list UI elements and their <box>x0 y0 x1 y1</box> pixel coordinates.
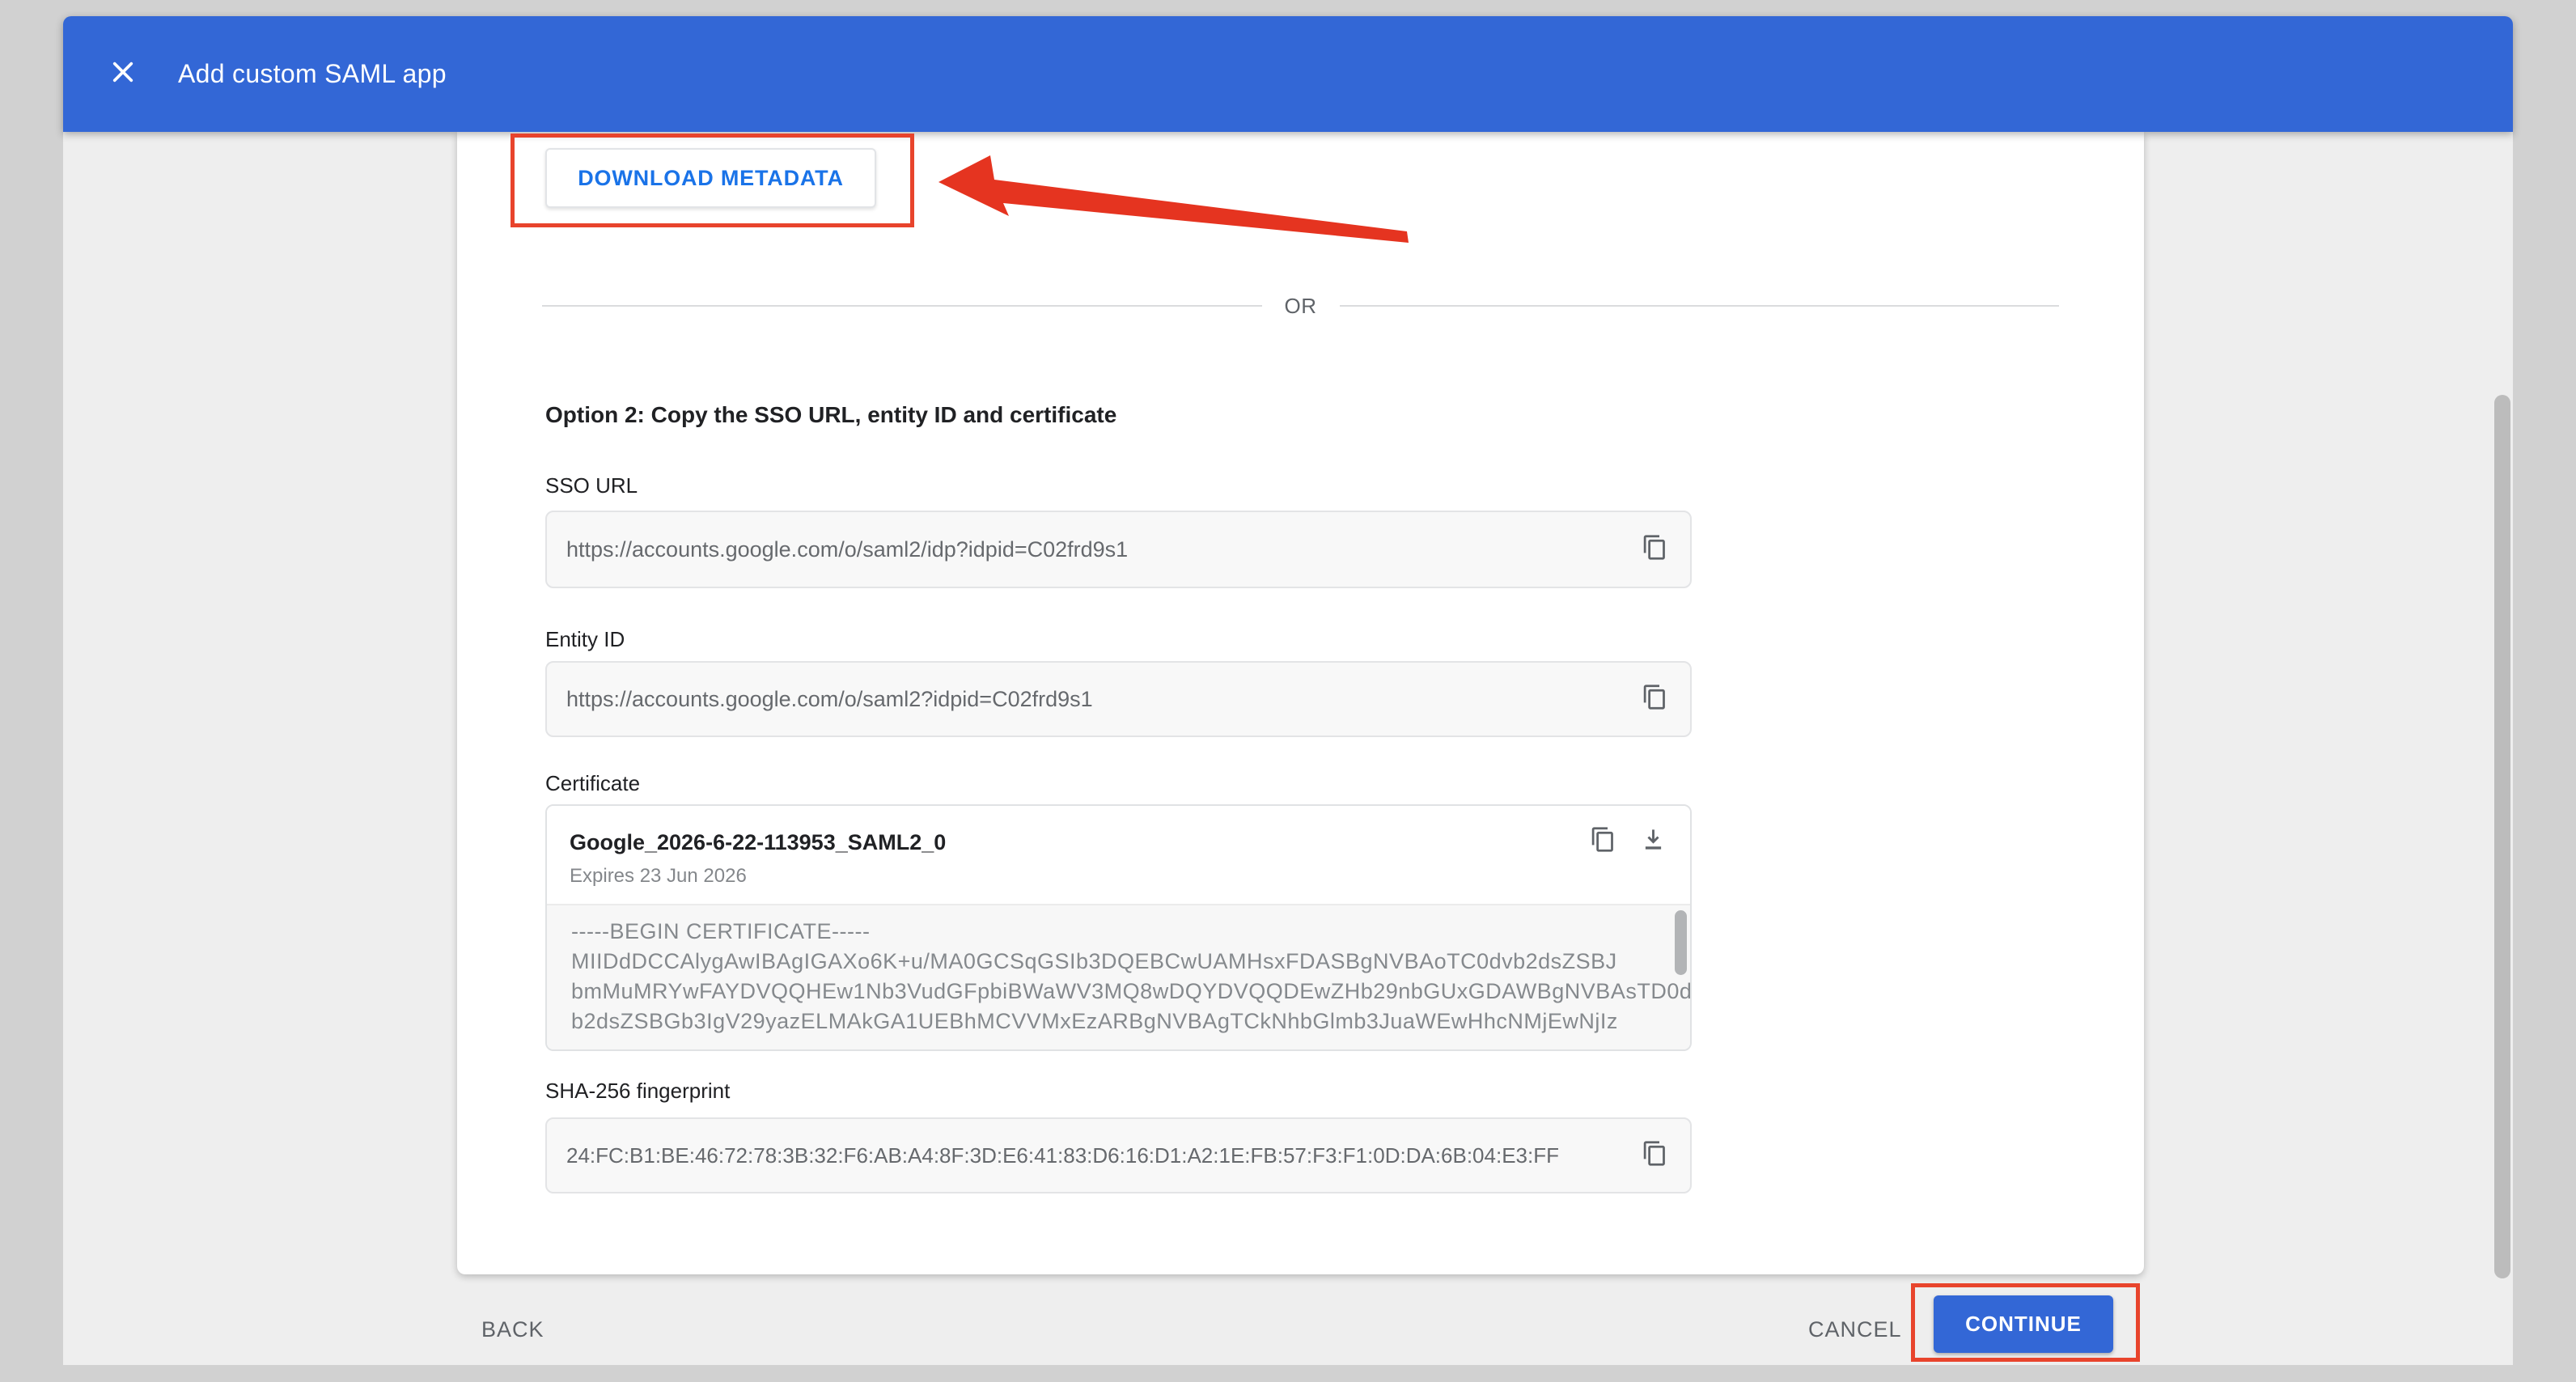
entity-id-field[interactable]: https://accounts.google.com/o/saml2?idpi… <box>545 661 1692 737</box>
sso-url-field[interactable]: https://accounts.google.com/o/saml2/idp?… <box>545 511 1692 588</box>
option2-heading: Option 2: Copy the SSO URL, entity ID an… <box>545 402 1116 428</box>
certificate-pem-line: -----BEGIN CERTIFICATE----- <box>571 917 1663 947</box>
or-divider: OR <box>542 288 2059 324</box>
copy-icon <box>1590 826 1616 857</box>
content-card: DOWNLOAD METADATA OR Option 2: Copy the … <box>457 132 2144 1274</box>
sha256-label: SHA-256 fingerprint <box>545 1079 730 1104</box>
close-icon <box>108 57 138 91</box>
or-label: OR <box>1262 294 1340 319</box>
certificate-scrollbar-thumb[interactable] <box>1675 910 1687 975</box>
certificate-card: Google_2026-6-22-113953_SAML2_0 Expires … <box>545 804 1692 1051</box>
certificate-header: Google_2026-6-22-113953_SAML2_0 Expires … <box>547 806 1690 904</box>
sso-url-copy-button[interactable] <box>1638 533 1671 566</box>
sha256-value: 24:FC:B1:BE:46:72:78:3B:32:F6:AB:A4:8F:3… <box>566 1143 1638 1168</box>
copy-icon <box>1642 1140 1668 1171</box>
certificate-copy-button[interactable] <box>1587 825 1619 858</box>
certificate-label: Certificate <box>545 771 640 796</box>
entity-id-copy-button[interactable] <box>1638 683 1671 715</box>
certificate-pem-line: bmMuMRYwFAYDVQQHEw1Nb3VudGFpbiBWaWV3MQ8w… <box>571 977 1663 1007</box>
annotation-box-download-metadata <box>511 134 914 227</box>
cancel-button[interactable]: CANCEL <box>1808 1309 1902 1350</box>
sso-url-label: SSO URL <box>545 473 638 498</box>
certificate-pem-line: MIIDdDCCAlygAwIBAgIGAXo6K+u/MA0GCSqGSIb3… <box>571 947 1663 977</box>
certificate-pem-line: b2dsZSBGb3IgV29yazELMAkGA1UEBhMCVVMxEzAR… <box>571 1007 1663 1036</box>
close-button[interactable] <box>105 57 141 92</box>
sha256-field[interactable]: 24:FC:B1:BE:46:72:78:3B:32:F6:AB:A4:8F:3… <box>545 1117 1692 1193</box>
entity-id-label: Entity ID <box>545 627 625 652</box>
copy-icon <box>1642 684 1668 714</box>
annotation-box-continue <box>1911 1283 2140 1362</box>
dialog-title: Add custom SAML app <box>178 59 447 89</box>
sso-url-value: https://accounts.google.com/o/saml2/idp?… <box>566 537 1638 562</box>
copy-icon <box>1642 534 1668 565</box>
divider-line-right <box>1340 305 2060 307</box>
back-button[interactable]: BACK <box>481 1309 544 1350</box>
certificate-expiry: Expires 23 Jun 2026 <box>570 865 1671 888</box>
certificate-name: Google_2026-6-22-113953_SAML2_0 <box>570 830 1671 855</box>
certificate-pem-area[interactable]: -----BEGIN CERTIFICATE----- MIIDdDCCAlyg… <box>547 904 1690 1049</box>
entity-id-value: https://accounts.google.com/o/saml2?idpi… <box>566 687 1638 712</box>
certificate-download-button[interactable] <box>1637 825 1669 858</box>
sha256-copy-button[interactable] <box>1638 1139 1671 1172</box>
divider-line-left <box>542 305 1262 307</box>
dialog-titlebar: Add custom SAML app <box>63 16 2513 132</box>
download-icon <box>1640 826 1667 857</box>
dialog-scrollbar-thumb[interactable] <box>2494 395 2510 1278</box>
add-custom-saml-app-dialog: Add custom SAML app DOWNLOAD METADATA OR… <box>63 16 2513 1365</box>
